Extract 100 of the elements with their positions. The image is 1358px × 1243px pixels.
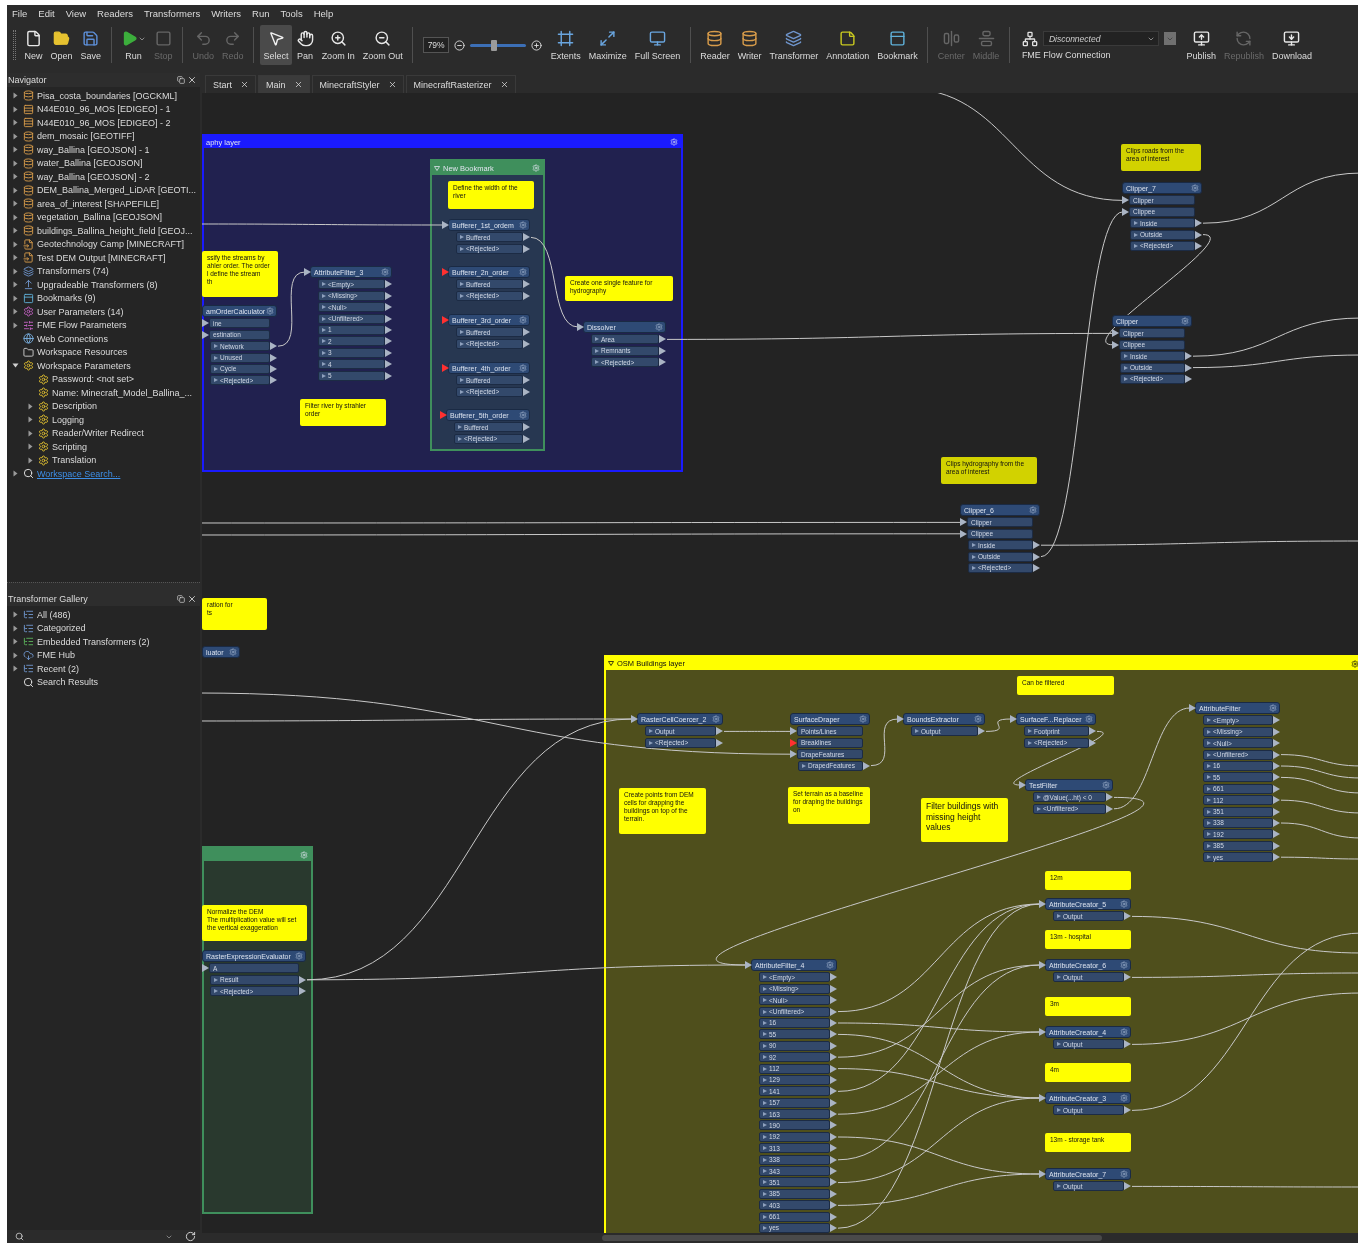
output-arrow-icon[interactable] [978,727,985,736]
output-arrow-icon[interactable] [1124,1106,1131,1115]
tree-item[interactable]: Categorized [37,623,86,634]
collapsed-arrow-icon[interactable] [12,159,19,167]
collapsed-arrow-icon[interactable] [12,227,19,235]
settings-icon[interactable] [519,316,527,324]
input-arrow-icon[interactable] [631,715,638,723]
tree-item[interactable]: Password: <not set> [52,374,135,385]
tree-item[interactable]: Geotechnology Camp [MINECRAFT] [37,239,185,250]
settings-icon[interactable] [1029,506,1037,514]
float-icon[interactable] [177,76,185,84]
tree-item[interactable]: Scripting [52,441,87,452]
menu-item[interactable]: Help [313,7,334,19]
workspace-search-link[interactable]: Workspace Search... [37,468,121,479]
annotation-note[interactable]: Filter buildings with missing height values [921,798,1008,842]
settings-icon[interactable] [826,961,834,969]
collapsed-arrow-icon[interactable] [12,267,19,275]
add-transformer-button[interactable]: Transformer [766,25,822,65]
input-arrow-icon[interactable] [577,323,584,331]
settings-icon[interactable] [1120,1170,1128,1178]
workspace-tab[interactable]: MinecraftStyler [311,75,404,93]
workspace-tab[interactable]: MinecraftRasterizer [405,75,516,93]
settings-icon[interactable] [859,715,867,723]
collapsed-arrow-icon[interactable] [27,443,34,451]
collapsed-arrow-icon[interactable] [12,105,19,113]
zoom-out-icon[interactable] [454,39,466,51]
output-arrow-icon[interactable] [1124,912,1131,921]
settings-icon[interactable] [519,221,527,229]
close-icon[interactable] [293,80,303,89]
input-arrow-icon[interactable] [790,750,797,759]
input-arrow-icon[interactable] [897,715,904,723]
output-arrow-icon[interactable] [863,761,870,770]
settings-icon[interactable] [519,411,527,419]
collapsed-arrow-icon[interactable] [12,186,19,194]
new-button[interactable]: New [21,25,46,65]
settings-icon[interactable] [1181,317,1189,325]
tree-item[interactable]: Bookmarks (9) [37,293,96,304]
output-arrow-icon[interactable] [1124,1182,1131,1191]
input-arrow-icon[interactable] [745,961,752,969]
tree-item[interactable]: All (486) [37,609,71,620]
close-icon[interactable] [240,80,249,89]
menu-item[interactable]: Run [252,7,270,19]
tree-item[interactable]: N44E010_96_MOS [EDIGEO] - 2 [37,117,171,128]
zoom-out-tool[interactable]: Zoom Out [359,25,407,65]
input-arrow-icon[interactable] [1039,1028,1046,1036]
settings-icon[interactable] [712,715,720,723]
input-arrow-icon[interactable] [442,221,449,229]
settings-icon[interactable] [1120,900,1128,908]
input-arrow-icon[interactable] [1019,781,1026,789]
input-arrow-icon[interactable] [440,411,447,419]
select-tool[interactable]: Select [260,25,293,65]
settings-icon[interactable] [655,323,663,331]
add-reader-button[interactable]: Reader [696,25,734,65]
pan-tool[interactable]: Pan [293,25,318,65]
collapsed-arrow-icon[interactable] [12,132,19,140]
settings-icon[interactable] [381,268,389,276]
zoom-in-tool[interactable]: Zoom In [318,25,359,65]
settings-icon[interactable] [974,715,982,723]
float-icon[interactable] [177,595,185,603]
collapsed-arrow-icon[interactable] [12,638,19,646]
menu-item[interactable]: Readers [97,7,134,19]
input-arrow-icon[interactable] [202,330,209,339]
collapsed-arrow-icon[interactable] [12,254,19,262]
tree-item[interactable]: Logging [52,414,85,425]
run-button[interactable]: Run [117,25,150,65]
tree-item[interactable]: buildings_Ballina_height_field [GEOJ... [37,225,193,236]
settings-icon[interactable] [1191,184,1199,192]
tree-item[interactable]: area_of_interest [SHAPEFILE] [37,198,160,209]
input-arrow-icon[interactable] [790,727,797,736]
collapsed-arrow-icon[interactable] [12,651,19,659]
input-arrow-icon[interactable] [1122,207,1129,216]
collapsed-arrow-icon[interactable] [12,281,19,289]
output-arrow-icon[interactable] [1124,1040,1131,1049]
settings-icon[interactable] [295,952,303,960]
add-writer-button[interactable]: Writer [734,25,766,65]
connection-dropdown[interactable]: Disconnected [1042,31,1159,46]
collapsed-arrow-icon[interactable] [27,416,34,424]
tree-item[interactable]: way_Ballina [GEOJSON] - 1 [37,144,150,155]
menu-item[interactable]: Writers [211,7,242,19]
menu-item[interactable]: Edit [38,7,55,19]
tree-item[interactable]: Translation [52,455,97,466]
settings-icon[interactable] [266,307,274,315]
close-icon[interactable] [187,594,197,604]
menu-item[interactable]: File [12,7,28,19]
tree-item[interactable]: vegetation_Ballina [GEOJSON] [37,212,163,223]
tree-item[interactable]: Web Connections [37,333,108,344]
collapsed-arrow-icon[interactable] [12,119,19,127]
workspace-tab[interactable]: Start [205,75,256,93]
tree-item[interactable]: FME Hub [37,650,75,661]
settings-icon[interactable] [1269,704,1277,712]
tree-item[interactable]: Description [52,401,98,412]
output-arrow-icon[interactable] [1124,973,1131,982]
tree-item[interactable]: Workspace Resources [37,347,128,358]
collapsed-arrow-icon[interactable] [12,624,19,632]
collapsed-arrow-icon[interactable] [12,213,19,221]
tree-item[interactable]: Upgradeable Transformers (8) [37,279,158,290]
tree-item[interactable]: Pisa_costa_boundaries [OGCKML] [37,90,178,101]
add-annotation-button[interactable]: Annotation [822,25,873,65]
input-arrow-icon[interactable] [442,268,449,276]
publish-button[interactable]: Publish [1182,25,1220,65]
